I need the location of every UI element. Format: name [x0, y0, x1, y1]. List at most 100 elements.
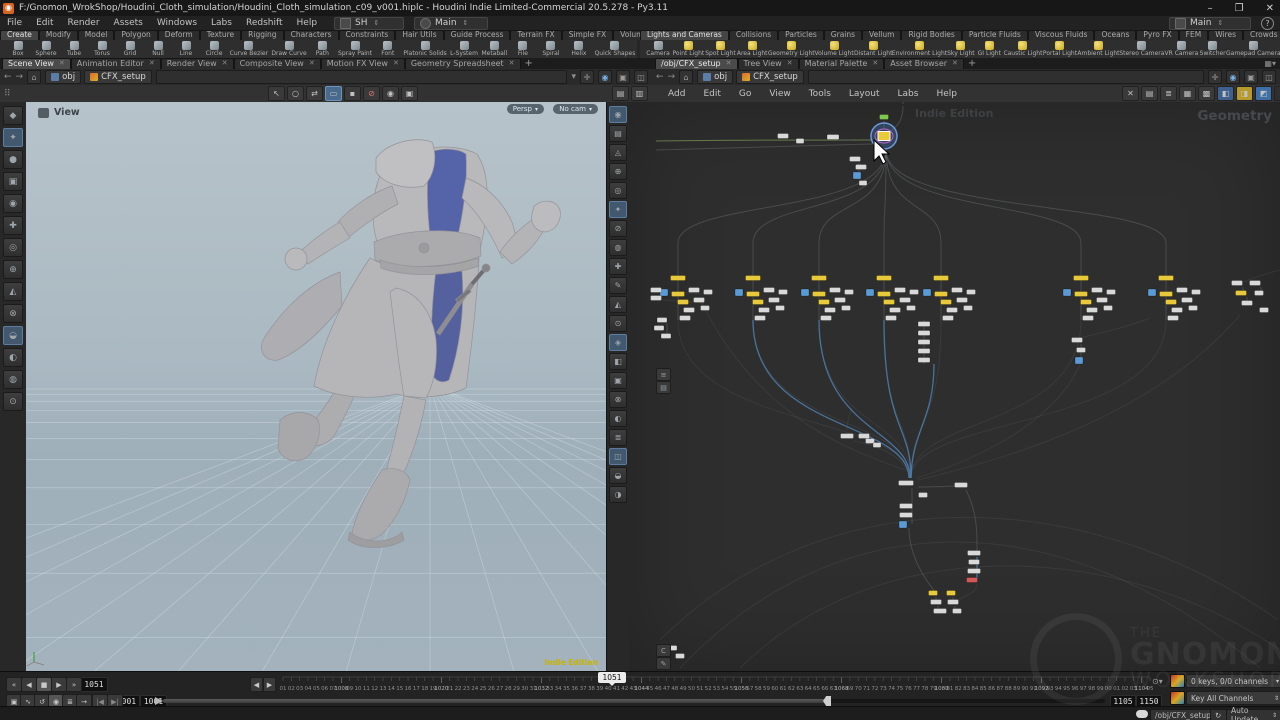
- network-node[interactable]: [754, 315, 766, 321]
- network-node[interactable]: [768, 297, 780, 303]
- shelf-tool-grid[interactable]: Grid: [118, 41, 142, 57]
- network-node[interactable]: [763, 287, 775, 293]
- network-menu-edit[interactable]: Edit: [695, 89, 728, 99]
- menu-render[interactable]: Render: [61, 18, 107, 28]
- network-node[interactable]: [700, 305, 710, 311]
- menu-help[interactable]: Help: [290, 18, 325, 28]
- close-icon[interactable]: ✕: [393, 59, 399, 68]
- display-option-icon-1[interactable]: ◉: [609, 106, 627, 123]
- shelf-tab-wires[interactable]: Wires: [1208, 30, 1243, 40]
- shelf-tool-curve-bezier[interactable]: Curve Bezier: [230, 41, 268, 57]
- shelf-tool-file[interactable]: File: [511, 41, 535, 57]
- display-option-icon-12[interactable]: ⊙: [609, 315, 627, 332]
- network-menu-view[interactable]: View: [761, 89, 798, 99]
- maximize-button[interactable]: ❐: [1235, 3, 1244, 14]
- layout-icon-2[interactable]: ◫: [634, 70, 648, 84]
- network-node[interactable]: [1106, 289, 1116, 295]
- shelf-tool-l-system[interactable]: L-System: [450, 41, 478, 57]
- network-node[interactable]: [1231, 280, 1243, 286]
- network-node[interactable]: [909, 289, 919, 295]
- menu-file[interactable]: File: [0, 18, 29, 28]
- shelf-tab-fem[interactable]: FEM: [1178, 30, 1209, 40]
- net-tab-material-palette[interactable]: Material Palette ✕: [798, 58, 885, 69]
- network-node[interactable]: [1235, 290, 1247, 296]
- shelf-tool-environment-light[interactable]: Environment Light: [892, 41, 947, 57]
- network-node[interactable]: [829, 287, 841, 293]
- network-node[interactable]: [894, 287, 906, 293]
- shelf-tool-circle[interactable]: Circle: [202, 41, 226, 57]
- shelf-tool-helix[interactable]: Helix: [567, 41, 591, 57]
- network-node[interactable]: [703, 289, 713, 295]
- shelf-tool-volume-light[interactable]: Volume Light: [814, 41, 854, 57]
- shelf-tab-characters[interactable]: Characters: [283, 30, 339, 40]
- shelf-tool-quick-shapes[interactable]: Quick Shapes: [595, 41, 635, 57]
- network-node[interactable]: [777, 133, 789, 139]
- network-node[interactable]: [688, 287, 700, 293]
- network-node[interactable]: [679, 315, 691, 321]
- shelf-tool-sphere[interactable]: Sphere: [34, 41, 58, 57]
- network-node[interactable]: [1254, 290, 1264, 296]
- network-node[interactable]: [852, 171, 862, 180]
- network-node[interactable]: [951, 287, 963, 293]
- auto-update-selector[interactable]: Auto Update ⇕: [1226, 706, 1280, 720]
- network-node[interactable]: [946, 590, 956, 596]
- left-tool-icon-14[interactable]: ⊙: [3, 392, 23, 411]
- shelf-tab-model[interactable]: Model: [77, 30, 115, 40]
- network-tool-icon-5[interactable]: ▩: [1198, 86, 1215, 101]
- display-option-icon-3[interactable]: ◬: [609, 144, 627, 161]
- menu-edit[interactable]: Edit: [29, 18, 60, 28]
- pane-tab-add[interactable]: +: [525, 58, 533, 69]
- network-node[interactable]: [1165, 299, 1177, 305]
- key-all-channels-button[interactable]: Key All Channels ⇕: [1186, 691, 1280, 705]
- network-node[interactable]: [811, 275, 827, 281]
- path-segment-obj[interactable]: obj: [45, 70, 82, 84]
- network-overlay-icon-2[interactable]: ▤: [656, 381, 671, 394]
- shelf-tab-terrain-fx[interactable]: Terrain FX: [510, 30, 562, 40]
- shelf-tab-viscous-fluids[interactable]: Viscous Fluids: [1027, 30, 1095, 40]
- shelf-tool-point-light[interactable]: Point Light: [672, 41, 704, 57]
- network-menu-go[interactable]: Go: [731, 89, 759, 99]
- network-node[interactable]: [1096, 297, 1108, 303]
- network-node[interactable]: [917, 339, 931, 345]
- network-node[interactable]: [1158, 275, 1174, 281]
- viewport-tool-icon-8[interactable]: ▣: [401, 86, 418, 101]
- scene-viewport[interactable]: View Persp ▾ No cam ▾ Indie Edition: [26, 102, 606, 671]
- viewport-option-icon-1[interactable]: ▤: [612, 86, 629, 101]
- range-slider[interactable]: [155, 696, 1105, 706]
- network-node[interactable]: [1091, 287, 1103, 293]
- close-icon[interactable]: ✕: [59, 59, 65, 68]
- net-forward-icon[interactable]: →: [668, 72, 676, 82]
- network-node[interactable]: [879, 114, 889, 120]
- prev-frame-button[interactable]: ◀: [250, 677, 263, 692]
- shelf-tool-gi-light[interactable]: GI Light: [977, 41, 1001, 57]
- network-node[interactable]: [1159, 291, 1173, 297]
- network-node[interactable]: [849, 156, 861, 162]
- network-node[interactable]: [918, 492, 928, 498]
- display-option-icon-14[interactable]: ◧: [609, 353, 627, 370]
- jump-start-button[interactable]: «: [6, 677, 22, 692]
- network-node[interactable]: [677, 299, 689, 305]
- close-icon[interactable]: ✕: [222, 59, 228, 68]
- shelf-tool-null[interactable]: Null: [146, 41, 170, 57]
- viewport-tool-icon-7[interactable]: ◉: [382, 86, 399, 101]
- network-node[interactable]: [906, 305, 916, 311]
- back-icon[interactable]: ←: [4, 72, 12, 82]
- network-overlay-icon-1[interactable]: ≡: [656, 368, 671, 381]
- network-node[interactable]: [1181, 297, 1193, 303]
- close-button[interactable]: ✕: [1266, 3, 1274, 14]
- network-node[interactable]: [1080, 299, 1092, 305]
- network-node[interactable]: [800, 288, 810, 297]
- right-main-selector[interactable]: Main ⇕: [1169, 16, 1251, 30]
- left-tool-icon-10[interactable]: ⊗: [3, 304, 23, 323]
- network-tool-icon-8[interactable]: ◩: [1255, 86, 1272, 101]
- network-node[interactable]: [734, 288, 744, 297]
- network-node[interactable]: [966, 289, 976, 295]
- network-node[interactable]: [876, 275, 892, 281]
- display-option-icon-15[interactable]: ▣: [609, 372, 627, 389]
- close-icon[interactable]: ✕: [149, 59, 155, 68]
- display-option-icon-11[interactable]: ◭: [609, 296, 627, 313]
- playbar-search-icon[interactable]: ⊙▾: [1152, 677, 1163, 686]
- viewport-tool-icon-2[interactable]: ○: [287, 86, 304, 101]
- network-menu-help[interactable]: Help: [928, 89, 965, 99]
- network-node[interactable]: [675, 653, 685, 659]
